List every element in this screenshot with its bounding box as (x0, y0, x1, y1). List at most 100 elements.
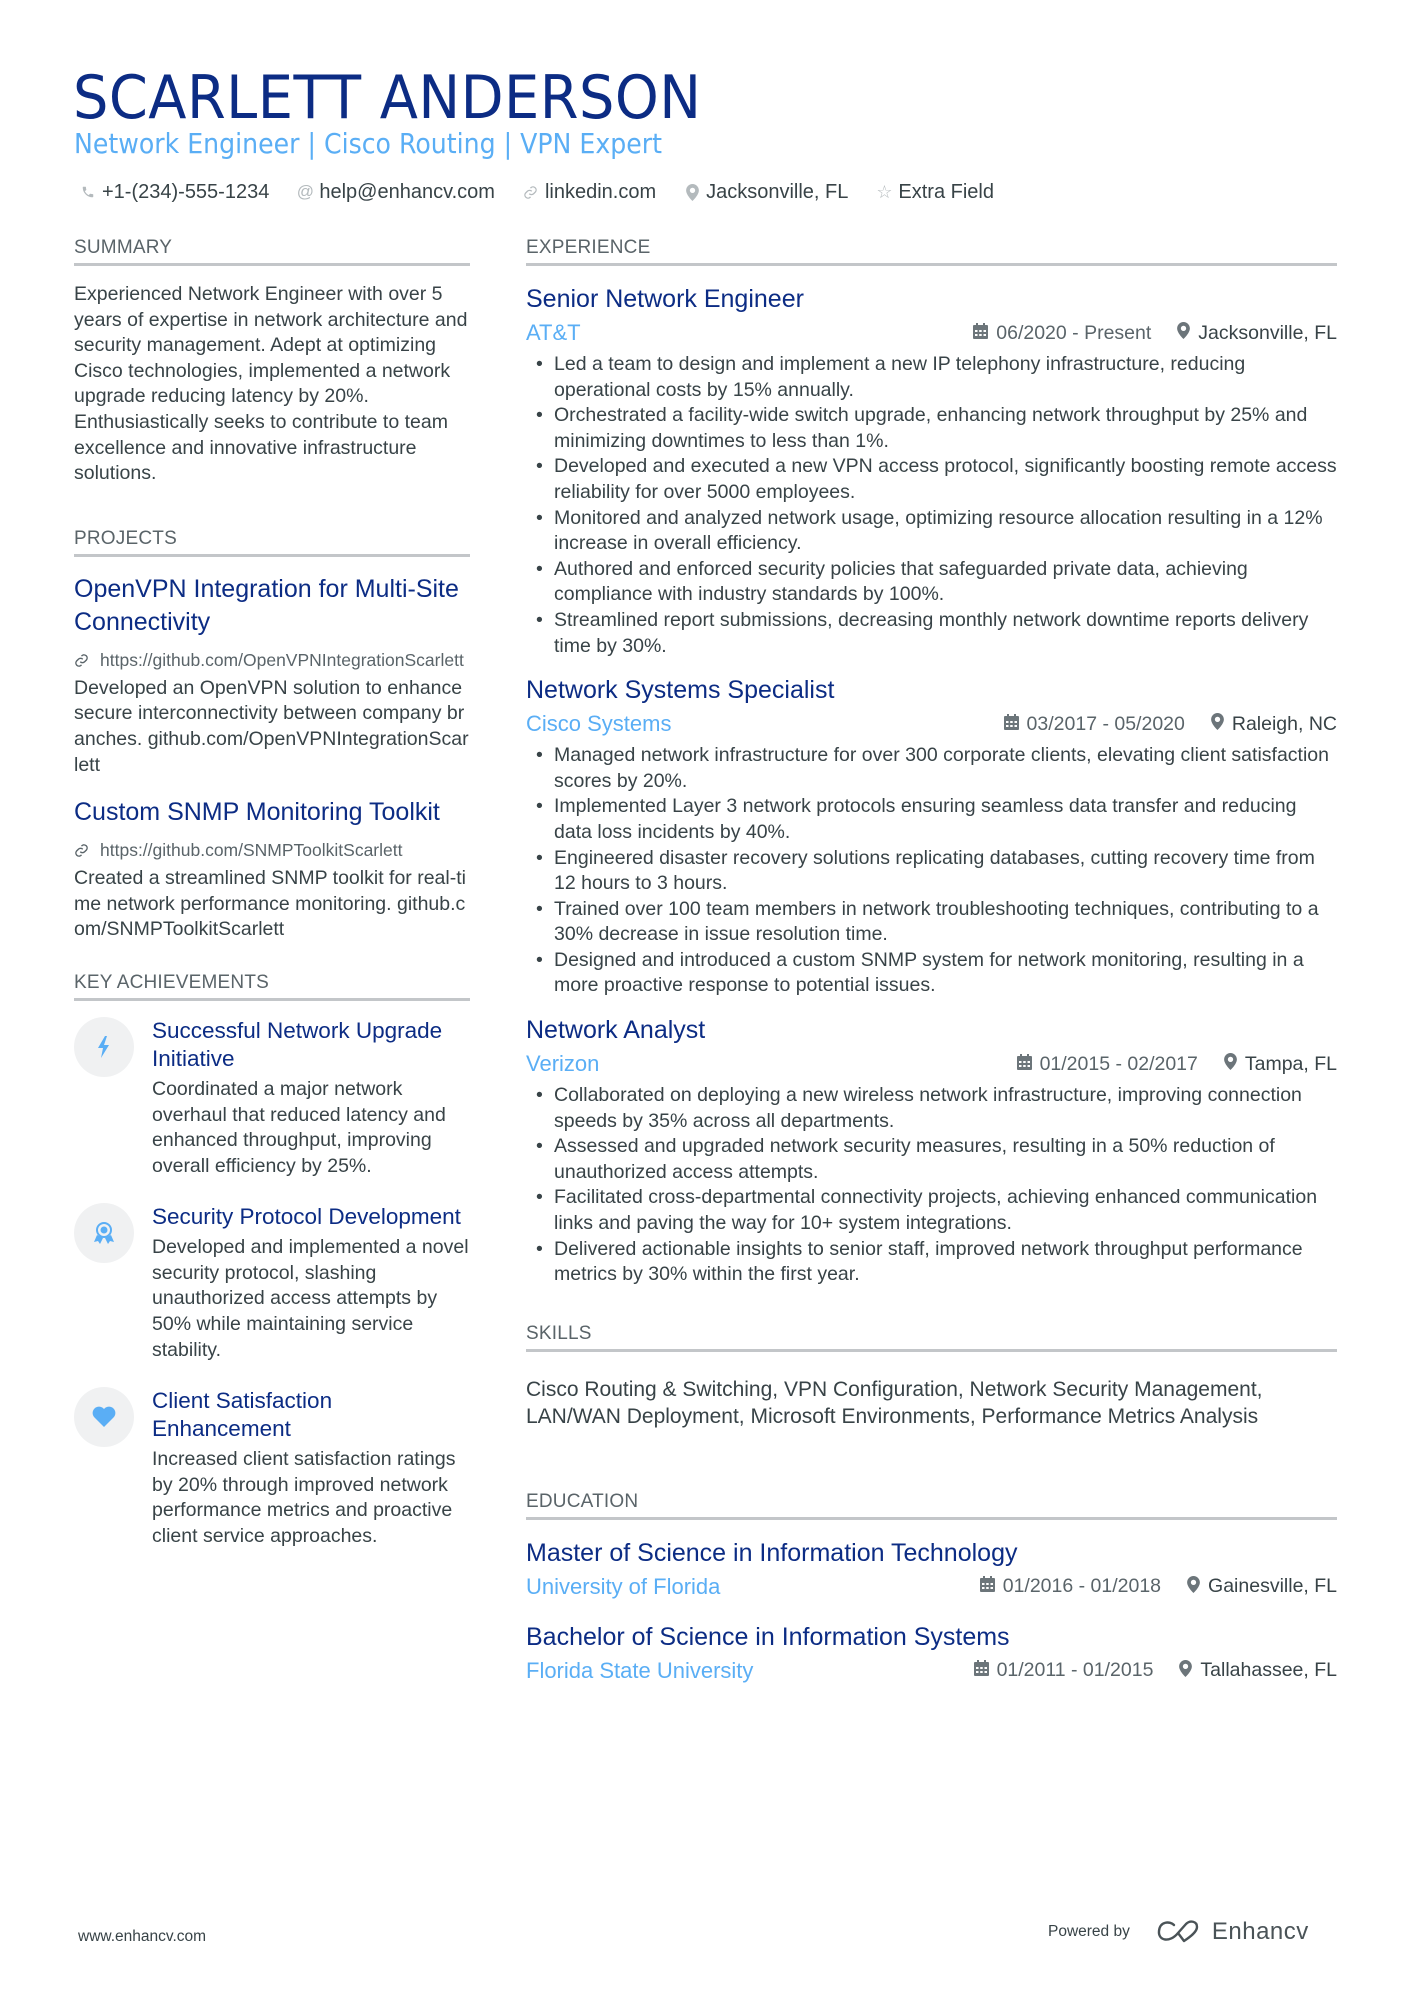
summary-section: SUMMARY Experienced Network Engineer wit… (74, 236, 470, 487)
achievements-heading: KEY ACHIEVEMENTS (74, 971, 470, 1001)
job-bullet: Managed network infrastructure for over … (526, 743, 1337, 794)
job-title: Network Systems Specialist (526, 676, 835, 705)
job-bullet: Orchestrated a facility-wide switch upgr… (526, 403, 1337, 454)
link-icon (74, 649, 92, 672)
job-bullet: Assessed and upgraded network security m… (526, 1134, 1337, 1185)
job-dates: 06/2020 - Present (996, 321, 1152, 344)
achievement-title: Security Protocol Development (152, 1204, 461, 1230)
calendar-icon (1016, 1053, 1032, 1075)
education-section: EDUCATION Master of Science in Informati… (526, 1490, 1337, 1686)
achievement-item: Successful Network Upgrade Initiative Co… (74, 1016, 470, 1179)
experience-section: EXPERIENCE Senior Network Engineer AT&T … (526, 236, 1337, 1288)
location-icon (1177, 322, 1191, 344)
job-entry: Senior Network Engineer AT&T 06/2020 - P… (526, 282, 1337, 659)
calendar-icon (973, 322, 989, 344)
degree-title: Master of Science in Information Technol… (526, 1538, 1018, 1567)
at-icon: @ (296, 182, 314, 201)
award-ribbon-icon (74, 1203, 134, 1264)
job-bullet: Facilitated cross-departmental connectiv… (526, 1185, 1337, 1236)
projects-heading: PROJECTS (74, 527, 470, 557)
project-link[interactable]: https://github.com/SNMPToolkitScarlett (74, 839, 470, 862)
education-entry: Master of Science in Information Technol… (526, 1536, 1337, 1602)
link-icon (523, 185, 539, 200)
contact-phone-text: +1-(234)-555-1234 (102, 181, 270, 203)
enhancv-logo: Enhancv (1156, 1918, 1309, 1946)
location-icon (1187, 1575, 1200, 1598)
project-item: OpenVPN Integration for Multi-Site Conne… (74, 573, 470, 778)
education-location: Tallahassee, FL (1200, 1659, 1337, 1682)
job-bullet: Led a team to design and implement a new… (526, 352, 1337, 403)
enhancv-logo-icon (1157, 1920, 1199, 1943)
job-title: Network Analyst (526, 1016, 706, 1045)
contact-bar: +1-(234)-555-1234 @ help@enhancv.com lin… (80, 178, 994, 206)
job-bullet: Implemented Layer 3 network protocols en… (526, 794, 1337, 845)
project-link-text: https://github.com/OpenVPNIntegrationSca… (100, 649, 464, 670)
job-bullet: Trained over 100 team members in network… (526, 897, 1337, 948)
skills-heading: SKILLS (526, 1322, 1337, 1352)
project-link[interactable]: https://github.com/OpenVPNIntegrationSca… (74, 649, 470, 672)
star-icon: ☆ (876, 182, 893, 202)
achievement-description: Coordinated a major network overhaul tha… (152, 1077, 446, 1177)
achievement-item: Client Satisfaction Enhancement Increase… (74, 1387, 470, 1549)
job-bullet: Collaborated on deploying a new wireless… (526, 1083, 1337, 1134)
achievement-title: Client Satisfaction Enhancement (152, 1388, 333, 1442)
projects-section: PROJECTS OpenVPN Integration for Multi-S… (74, 527, 470, 943)
location-icon (1179, 1659, 1193, 1682)
job-location: Jacksonville, FL (1198, 321, 1337, 344)
calendar-icon (973, 1660, 989, 1681)
job-bullet: Developed and executed a new VPN access … (526, 454, 1337, 505)
job-location: Raleigh, NC (1231, 712, 1337, 735)
calendar-icon (1003, 713, 1019, 735)
project-title: OpenVPN Integration for Multi-Site Conne… (74, 574, 459, 636)
candidate-headline: Network Engineer | Cisco Routing | VPN E… (74, 127, 662, 160)
achievement-title: Successful Network Upgrade Initiative (152, 1017, 443, 1071)
right-column: EXPERIENCE Senior Network Engineer AT&T … (526, 236, 1337, 1704)
summary-heading: SUMMARY (74, 236, 470, 266)
achievement-item: Security Protocol Development Developed … (74, 1203, 470, 1363)
job-entry: Network Systems Specialist Cisco Systems… (526, 673, 1337, 999)
company-name: AT&T (526, 320, 581, 345)
contact-extra: ☆ Extra Field (876, 178, 994, 206)
job-bullets: Collaborated on deploying a new wireless… (526, 1083, 1337, 1288)
job-bullet: Engineered disaster recovery solutions r… (526, 846, 1337, 897)
contact-extra-text: Extra Field (898, 181, 994, 203)
link-icon (74, 839, 92, 862)
contact-linkedin[interactable]: linkedin.com (523, 178, 656, 206)
contact-location: Jacksonville, FL (684, 178, 848, 206)
footer-branding[interactable]: Powered by Enhancv (1048, 1918, 1309, 1946)
experience-heading: EXPERIENCE (526, 236, 1337, 266)
summary-text: Experienced Network Engineer with over 5… (74, 283, 468, 485)
education-heading: EDUCATION (526, 1490, 1337, 1520)
degree-title: Bachelor of Science in Information Syste… (526, 1622, 1010, 1651)
contact-email[interactable]: @ help@enhancv.com (297, 178, 495, 206)
education-entry: Bachelor of Science in Information Syste… (526, 1620, 1337, 1686)
phone-icon (80, 185, 96, 199)
job-bullet: Designed and introduced a custom SNMP sy… (526, 948, 1337, 999)
job-bullets: Managed network infrastructure for over … (526, 743, 1337, 999)
candidate-name: SCARLETT ANDERSON (73, 63, 702, 133)
job-dates: 03/2017 - 05/2020 (1026, 712, 1185, 735)
location-icon (684, 183, 700, 201)
achievements-section: KEY ACHIEVEMENTS Successful Network Upgr… (74, 971, 470, 1550)
job-bullet: Streamlined report submissions, decreasi… (526, 608, 1337, 659)
brand-name: Enhancv (1211, 1918, 1309, 1945)
project-item: Custom SNMP Monitoring Toolkit https://g… (74, 796, 470, 943)
contact-phone[interactable]: +1-(234)-555-1234 (80, 178, 269, 206)
company-name: Verizon (526, 1051, 600, 1077)
project-title: Custom SNMP Monitoring Toolkit (74, 798, 440, 827)
powered-by-label: Powered by (1048, 1923, 1130, 1940)
job-bullet: Delivered actionable insights to senior … (526, 1237, 1337, 1288)
achievement-description: Increased client satisfaction ratings by… (152, 1448, 456, 1548)
left-column: SUMMARY Experienced Network Engineer wit… (74, 236, 470, 1574)
skills-text: Cisco Routing & Switching, VPN Configura… (526, 1377, 1263, 1428)
resume-page: SCARLETT ANDERSON Network Engineer | Cis… (0, 0, 1410, 1995)
education-dates: 01/2016 - 01/2018 (1002, 1575, 1162, 1598)
footer-website-link[interactable]: www.enhancv.com (78, 1928, 206, 1946)
job-bullet: Authored and enforced security policies … (526, 557, 1337, 608)
job-title: Senior Network Engineer (526, 285, 804, 313)
contact-location-text: Jacksonville, FL (706, 181, 849, 203)
school-name: Florida State University (526, 1657, 754, 1683)
project-description: Developed an OpenVPN solution to enhance… (74, 676, 469, 776)
job-dates: 01/2015 - 02/2017 (1039, 1052, 1198, 1075)
job-location: Tampa, FL (1244, 1052, 1337, 1075)
